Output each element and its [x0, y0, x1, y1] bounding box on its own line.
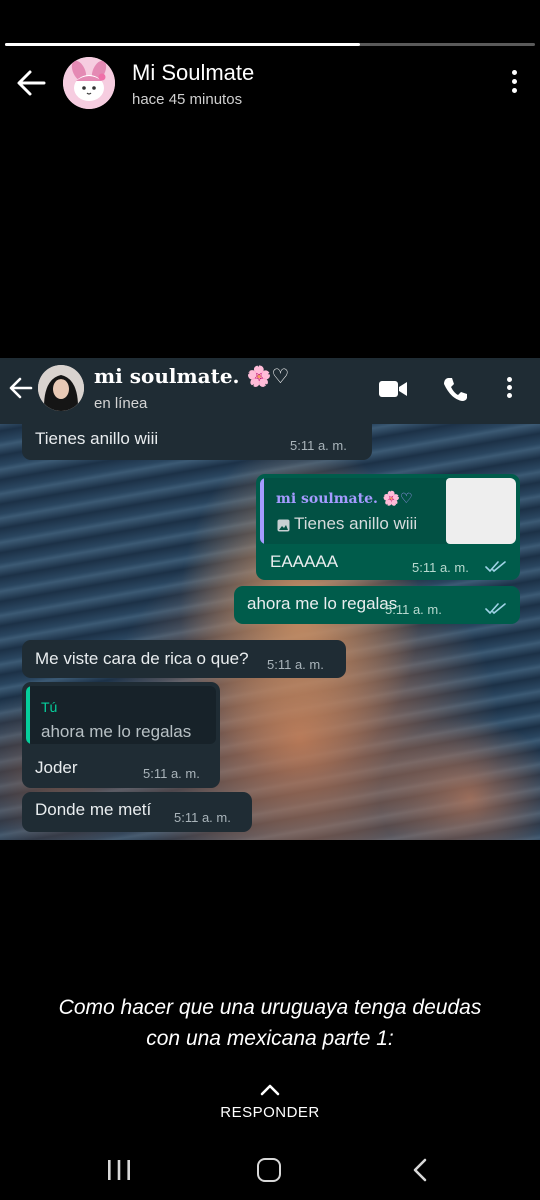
quoted-message: mi soulmate. 🌸♡ Tienes anillo wiii: [260, 478, 516, 544]
video-camera-icon: [379, 381, 407, 397]
story-progress-fill: [5, 43, 361, 46]
more-vertical-icon: [505, 377, 513, 403]
quote-author: Tú: [41, 699, 58, 715]
story-caption: Como hacer que una uruguaya tenga deudas…: [20, 992, 520, 1054]
avatar[interactable]: [63, 57, 115, 109]
story-image: mi soulmate. 🌸♡ en línea Tienes anillo w…: [0, 358, 540, 840]
story-contact-name: Mi Soulmate: [132, 60, 255, 85]
chat-contact-name: mi soulmate. 🌸♡: [94, 364, 290, 388]
more-vertical-icon[interactable]: [510, 70, 518, 96]
message-time: 5:11 a. m.: [385, 602, 442, 617]
message-text: ahora me lo regalas: [247, 594, 398, 613]
caption-line: Como hacer que una uruguaya tenga deudas: [58, 996, 482, 1019]
message-text: Donde me metí: [35, 800, 152, 819]
nav-back-icon[interactable]: [410, 1158, 430, 1182]
recent-apps-icon[interactable]: [106, 1159, 132, 1181]
chevron-up-icon[interactable]: [259, 1082, 281, 1096]
message-time: 5:11 a. m.: [174, 810, 231, 825]
message-bubble: ahora me lo regalas 5:11 a. m.: [234, 586, 520, 624]
reply-button[interactable]: RESPONDER: [0, 1104, 540, 1121]
double-check-icon: [485, 603, 506, 615]
double-check-icon: [485, 561, 506, 573]
message-text: Me viste cara de rica o que?: [35, 649, 249, 668]
message-bubble: Tienes anillo wiii 5:11 a. m.: [22, 424, 372, 460]
arrow-left-icon[interactable]: [14, 68, 50, 98]
caption-line: con una mexicana parte 1:: [146, 1027, 394, 1050]
message-text: EAAAAA: [270, 552, 339, 571]
message-bubble: Donde me metí 5:11 a. m.: [22, 792, 252, 832]
chat-status: en línea: [94, 395, 148, 412]
message-text: Tienes anillo wiii: [35, 429, 159, 448]
message-bubble: mi soulmate. 🌸♡ Tienes anillo wiii EAAAA…: [256, 474, 520, 580]
phone-icon: [444, 378, 467, 401]
message-text: Joder: [35, 758, 78, 777]
image-icon: [277, 519, 290, 532]
story-progress-bar: [5, 43, 535, 46]
message-bubble: Tú ahora me lo regalas Joder 5:11 a. m.: [22, 682, 220, 788]
quote-bar: [26, 686, 30, 744]
story-timestamp: hace 45 minutos: [132, 91, 243, 108]
chat-avatar: [38, 365, 84, 411]
story-header: Mi Soulmate hace 45 minutos: [0, 52, 540, 122]
quote-bar: [260, 478, 264, 544]
message-time: 5:11 a. m.: [412, 560, 469, 575]
quoted-message: Tú ahora me lo regalas: [26, 686, 216, 744]
message-time: 5:11 a. m.: [143, 766, 200, 781]
message-time: 5:11 a. m.: [290, 438, 347, 453]
home-icon[interactable]: [257, 1158, 281, 1182]
quote-text: ahora me lo regalas: [41, 722, 192, 741]
arrow-left-icon: [9, 377, 33, 399]
message-time: 5:11 a. m.: [267, 657, 324, 672]
quote-thumbnail: [446, 478, 516, 544]
quote-author: mi soulmate. 🌸♡: [276, 491, 413, 507]
message-bubble: Me viste cara de rica o que? 5:11 a. m.: [22, 640, 346, 678]
chat-header: mi soulmate. 🌸♡ en línea: [0, 358, 540, 424]
quote-text: Tienes anillo wiii: [294, 514, 418, 533]
